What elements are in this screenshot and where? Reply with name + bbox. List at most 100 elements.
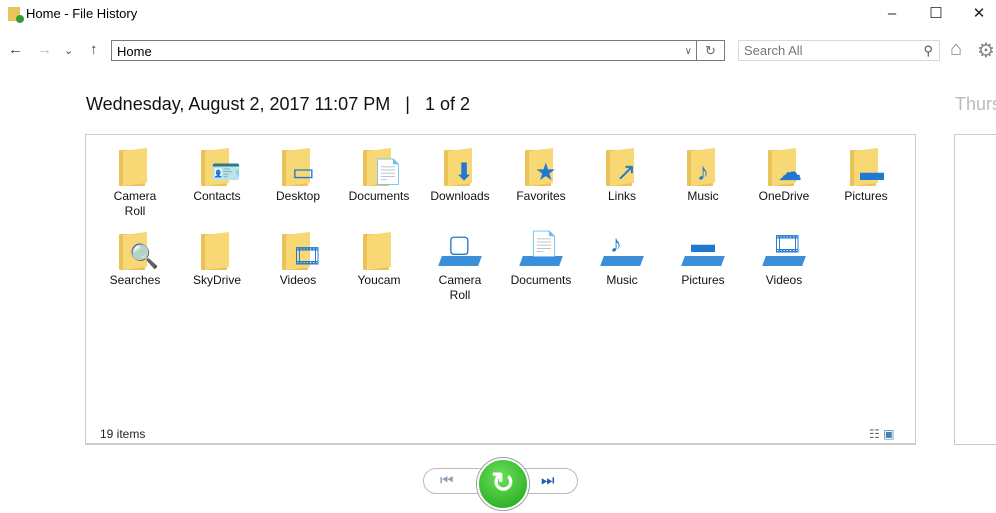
item-label: Music [687, 189, 719, 203]
next-backup-panel[interactable] [954, 134, 996, 445]
icon-overlay: 🔍 [129, 243, 159, 270]
item-count: 19 items [100, 427, 146, 441]
icon-overlay: 📄 [373, 159, 403, 186]
icon-overlay: ▢ [448, 231, 471, 258]
item-label: Documents [348, 189, 410, 203]
videos-folder-icon: 🎞 [278, 230, 322, 270]
search-icon[interactable]: ⚲ [923, 41, 933, 61]
item-links-folder[interactable]: ↗ Links [584, 146, 660, 204]
item-label: Videos [279, 273, 317, 287]
contacts-folder-icon: 🪪 [197, 146, 241, 186]
item-label: Contacts [193, 189, 241, 203]
item-label: Links [607, 189, 636, 203]
icon-overlay: ⬇ [454, 159, 475, 186]
item-label: Camera Roll [113, 189, 157, 218]
item-label: Pictures [844, 189, 888, 203]
details-view-icon[interactable]: ☷ [869, 427, 880, 441]
item-onedrive-folder[interactable]: ☁ OneDrive [746, 146, 822, 204]
searches-folder-icon: 🔍 [115, 230, 159, 270]
icon-overlay: 🪪 [211, 159, 241, 186]
item-label: Music [606, 273, 638, 287]
next-version-button[interactable]: ⏭ [541, 472, 555, 489]
settings-icon[interactable]: ⚙ [977, 38, 995, 63]
item-pictures-folder[interactable]: ▬ Pictures [828, 146, 904, 204]
search-input[interactable]: Search All ⚲ [738, 40, 940, 61]
icon-overlay: ☁ [778, 159, 802, 186]
address-bar[interactable]: Home ∨ [111, 40, 697, 61]
item-downloads-folder[interactable]: ⬇ Downloads [422, 146, 498, 204]
item-label: Camera Roll [438, 273, 482, 302]
icon-overlay: ↗ [616, 159, 637, 186]
item-label: Desktop [275, 189, 321, 203]
icon-overlay: 📄 [529, 231, 559, 258]
folder-icon [115, 146, 155, 186]
page-indicator: 1 of 2 [424, 94, 470, 114]
item-folder[interactable]: Youcam [341, 230, 417, 288]
camera-roll-library-icon: ▢ [438, 230, 482, 270]
up-button[interactable]: ↑ [90, 41, 98, 58]
icon-overlay: ▬ [691, 231, 715, 258]
folder-icon [359, 230, 399, 270]
icon-overlay: 🎞 [292, 243, 323, 270]
downloads-folder-icon: ⬇ [440, 146, 480, 186]
backup-date: Wednesday, August 2, 2017 11:07 PM | 1 o… [86, 94, 470, 114]
item-folder[interactable]: SkyDrive [179, 230, 255, 288]
item-label: Documents [510, 273, 572, 287]
address-text: Home [117, 44, 152, 59]
icon-overlay: 🎞 [772, 231, 803, 258]
previous-version-button[interactable]: ⏮ [440, 472, 454, 489]
item-contacts-folder[interactable]: 🪪 Contacts [179, 146, 255, 204]
icon-overlay: ★ [535, 159, 557, 186]
music-folder-icon: ♪ [683, 146, 723, 186]
documents-folder-icon: 📄 [359, 146, 403, 186]
restore-button[interactable]: ↻ [477, 458, 529, 510]
item-music-folder[interactable]: ♪ Music [665, 146, 741, 204]
icon-overlay: ▬ [860, 159, 884, 186]
onedrive-folder-icon: ☁ [764, 146, 804, 186]
next-backup-date[interactable]: Thurs [955, 94, 996, 115]
large-icons-view-icon[interactable]: ▣ [883, 427, 894, 441]
minimize-button[interactable]: – [869, 2, 915, 26]
refresh-button[interactable]: ↻ [697, 40, 725, 61]
file-history-icon [8, 6, 24, 23]
videos-library-icon: 🎞 [762, 230, 806, 270]
icon-overlay: ♪ [697, 159, 709, 186]
view-toggles: ☷ ▣ [869, 427, 894, 441]
icon-overlay: ♪ [610, 231, 622, 258]
music-library-icon: ♪ [600, 230, 644, 270]
maximize-button[interactable]: ☐ [913, 2, 959, 26]
item-folder[interactable]: Camera Roll [97, 146, 173, 219]
item-documents-folder[interactable]: 📄 Documents [341, 146, 417, 204]
close-button[interactable]: ✕ [956, 2, 996, 26]
item-desktop-folder[interactable]: ▭ Desktop [260, 146, 336, 204]
item-label: OneDrive [758, 189, 810, 203]
item-label: Videos [765, 273, 803, 287]
address-dropdown-icon[interactable]: ∨ [685, 41, 692, 62]
favorites-folder-icon: ★ [521, 146, 561, 186]
item-label: Pictures [681, 273, 725, 287]
item-documents-library[interactable]: 📄 Documents [503, 230, 579, 288]
pictures-library-icon: ▬ [681, 230, 725, 270]
links-folder-icon: ↗ [602, 146, 642, 186]
item-label: Downloads [430, 189, 490, 203]
item-videos-folder[interactable]: 🎞 Videos [260, 230, 336, 288]
desktop-folder-icon: ▭ [278, 146, 318, 186]
search-placeholder: Search All [744, 43, 803, 58]
window-title-text: Home - File History [26, 6, 138, 21]
item-music-library[interactable]: ♪ Music [584, 230, 660, 288]
pictures-folder-icon: ▬ [846, 146, 886, 186]
item-label: SkyDrive [192, 273, 241, 287]
item-label: Favorites [516, 189, 566, 203]
item-searches-folder[interactable]: 🔍 Searches [97, 230, 173, 288]
home-icon[interactable]: ⌂ [950, 38, 962, 61]
item-videos-library[interactable]: 🎞 Videos [746, 230, 822, 288]
window-title: Home - File History [8, 6, 138, 23]
icon-overlay: ▭ [292, 159, 315, 186]
back-button[interactable]: ← [8, 41, 23, 58]
item-favorites-folder[interactable]: ★ Favorites [503, 146, 579, 204]
forward-button[interactable]: → [37, 41, 52, 58]
item-pictures-library[interactable]: ▬ Pictures [665, 230, 741, 288]
recent-locations-button[interactable]: ⌄ [64, 44, 73, 57]
item-label: Youcam [357, 273, 401, 287]
item-camera-roll-library[interactable]: ▢ Camera Roll [422, 230, 498, 303]
